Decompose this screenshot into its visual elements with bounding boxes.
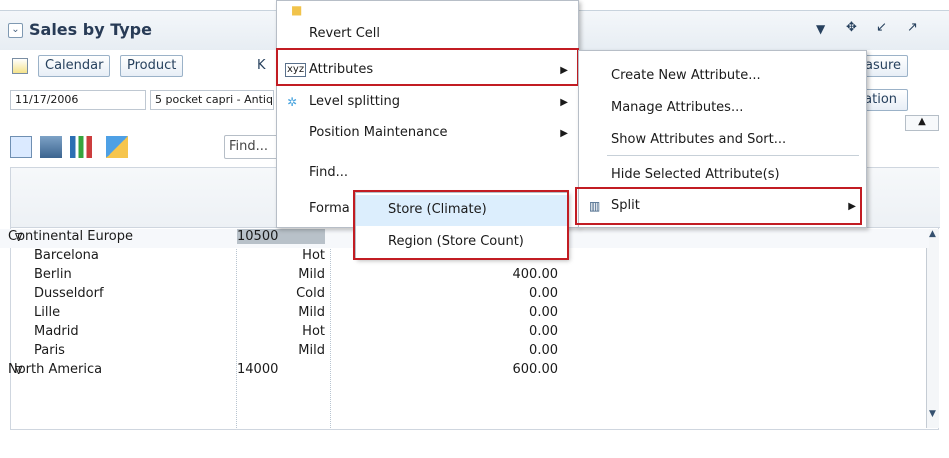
menu-hide-selected-attribute[interactable]: Hide Selected Attribute(s) — [579, 160, 866, 190]
move-icon[interactable]: ✥ — [846, 20, 857, 35]
menu-find[interactable]: Find... — [277, 158, 578, 188]
collapse-row-icon[interactable]: ∇ — [15, 364, 22, 377]
menu-level-splitting[interactable]: Level splitting — [277, 87, 578, 117]
tab-product[interactable]: Product — [120, 55, 184, 77]
menu-show-attributes-sort[interactable]: Show Attributes and Sort... — [579, 125, 866, 155]
collapse-button[interactable]: ⌄ — [8, 23, 23, 38]
breadcrumb-product[interactable]: 5 pocket capri - Antiqu — [150, 90, 274, 110]
row-value-a: 10500 — [237, 229, 325, 244]
dropdown-arrow-icon[interactable]: ▼ — [816, 22, 825, 36]
area-chart-icon[interactable] — [106, 136, 128, 158]
menu-manage-attributes[interactable]: Manage Attributes... — [579, 93, 866, 123]
maximize-icon[interactable]: ↗ — [907, 20, 918, 35]
table-row[interactable]: Paris Mild 0.00 — [0, 343, 929, 362]
tab-calendar[interactable]: Calendar — [38, 55, 111, 77]
submenu-arrow-icon: ▶ — [560, 128, 568, 139]
note-icon: ■ — [291, 3, 303, 17]
restore-icon[interactable]: ↙ — [876, 20, 887, 35]
table-row[interactable]: North America 14000 600.00 — [0, 362, 929, 381]
attributes-highlight — [276, 48, 579, 86]
scroll-down-icon[interactable]: ▼ — [926, 409, 939, 422]
panel-title: Sales by Type — [29, 20, 152, 39]
chart-table-icon[interactable] — [40, 136, 62, 158]
bar-chart-icon[interactable] — [70, 136, 92, 158]
panel-expand-button[interactable]: ▲ — [905, 115, 939, 131]
menu-create-new-attribute[interactable]: Create New Attribute... — [579, 61, 866, 91]
table-row[interactable]: Madrid Hot 0.00 — [0, 324, 929, 343]
menu-position-maintenance[interactable]: Position Maintenance — [277, 118, 578, 148]
collapse-row-icon[interactable]: ∇ — [15, 231, 22, 244]
table-row[interactable]: Dusseldorf Cold 0.00 — [0, 286, 929, 305]
submenu-arrow-icon: ▶ — [560, 97, 568, 108]
split-submenu-highlight — [353, 190, 569, 260]
tab-k[interactable]: K — [257, 58, 266, 73]
split-highlight — [575, 187, 862, 225]
row-label: Continental Europe — [8, 229, 133, 244]
table-view-icon[interactable] — [10, 136, 32, 158]
level-splitting-icon: ✲ — [287, 95, 298, 109]
table-icon[interactable] — [12, 58, 28, 74]
menu-revert-cell[interactable]: Revert Cell — [277, 19, 578, 49]
breadcrumb-date[interactable]: 11/17/2006 — [10, 90, 146, 110]
table-row[interactable]: Berlin Mild 400.00 — [0, 267, 929, 286]
table-row[interactable]: Lille Mild 0.00 — [0, 305, 929, 324]
